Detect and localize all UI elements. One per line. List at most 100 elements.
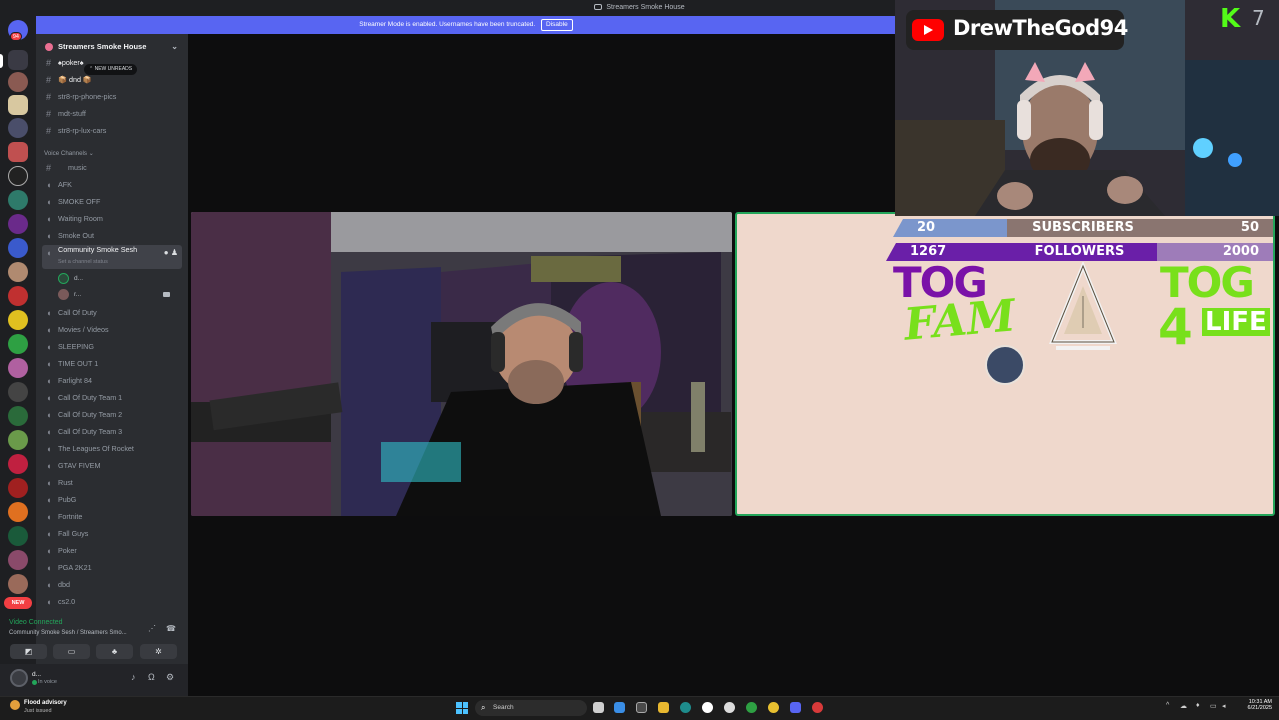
start-icon[interactable] [456,702,468,714]
server-icon[interactable] [8,118,28,138]
server-icon[interactable] [8,406,28,426]
weather-title[interactable]: Flood advisory [24,700,67,706]
microphone-icon[interactable]: ♪ [131,672,136,682]
voice-channel-sleeping[interactable]: ◖ SLEEPING [42,339,182,355]
server-icon[interactable] [8,214,28,234]
server-icon[interactable] [8,310,28,330]
server-icon[interactable] [8,358,28,378]
server-icon[interactable] [8,95,28,115]
app-icon[interactable] [812,702,823,713]
screen-share-button[interactable]: ▭ [53,644,90,659]
voice-user[interactable]: r... [58,289,178,301]
voice-channel-pga-2k21[interactable]: ◖ PGA 2K21 [42,560,182,576]
voice-channel-leagues-of-rocket[interactable]: ◖ The Leagues Of Rocket [42,441,182,457]
taskbar-clock[interactable]: 10:31 AM 6/21/2025 [1232,699,1272,711]
channel-str8-rp-lux-cars[interactable]: # str8-rp-lux-cars [42,123,182,139]
channel-mdt-stuff[interactable]: # mdt-stuff [42,106,182,122]
noise-suppression-icon[interactable]: ⋰ [148,624,156,633]
server-icon[interactable] [8,286,28,306]
server-icon[interactable] [8,502,28,522]
chrome-icon[interactable] [768,702,779,713]
voice-channels-category[interactable]: Voice Channels ⌄ [44,150,94,157]
store-icon[interactable] [636,702,647,713]
copilot-icon[interactable] [614,702,625,713]
server-icon[interactable] [8,526,28,546]
app-icon[interactable] [702,702,713,713]
soundboard-button[interactable]: ✲ [140,644,177,659]
speaker-icon: ◖ [46,231,52,241]
voice-channel-fall-guys[interactable]: ◖ Fall Guys [42,526,182,542]
voice-channel-call-of-duty[interactable]: ◖ Call Of Duty [42,305,182,321]
server-icon[interactable] [8,478,28,498]
voice-channel-gtav-fivem[interactable]: ◖ GTAV FIVEM [42,458,182,474]
voice-channel-cs2[interactable]: ◖ cs2.0 [42,594,182,610]
new-unreads-pill[interactable]: NEW [4,597,32,609]
server-icon[interactable] [8,574,28,594]
server-icon[interactable] [8,142,28,162]
video-tile-camera[interactable] [191,212,732,516]
server-icon[interactable] [8,262,28,282]
voice-channel-time-out-1[interactable]: ◖ TIME OUT 1 [42,356,182,372]
voice-channel-cod-team-2[interactable]: ◖ Call Of Duty Team 2 [42,407,182,423]
voice-channel-cod-team-1[interactable]: ◖ Call Of Duty Team 1 [42,390,182,406]
server-icon[interactable] [8,166,28,186]
taskbar-search[interactable]: Search [475,700,587,716]
avatar [58,289,69,300]
voice-channel-rust[interactable]: ◖ Rust [42,475,182,491]
voice-channel-waiting-room[interactable]: ◖ Waiting Room [42,211,182,227]
discord-icon[interactable] [790,702,801,713]
server-icon[interactable] [8,238,28,258]
voice-channel-smoke-off[interactable]: ◖ SMOKE OFF [42,194,182,210]
xbox-icon[interactable] [746,702,757,713]
server-icon[interactable] [8,334,28,354]
cloud-icon[interactable]: ☁ [1180,702,1187,710]
weather-subtitle: Just issued [24,708,52,714]
server-icon-streamers-smoke-house[interactable] [8,50,28,70]
edge-icon[interactable] [680,702,691,713]
server-icon[interactable] [8,190,28,210]
weather-warning-icon[interactable] [10,700,20,710]
voice-channel-pubg[interactable]: ◖ PubG [42,492,182,508]
avatar [985,345,1025,385]
avatar[interactable] [10,669,28,687]
task-view-icon[interactable] [593,702,604,713]
voice-channel-community-smoke-sesh[interactable]: ◖ Community Smoke Sesh Set a channel sta… [42,245,182,269]
voice-user[interactable]: d... [58,273,178,285]
server-header[interactable]: Streamers Smoke House ⌄ [36,38,188,56]
channel-music[interactable]: # music [42,160,182,176]
headphones-icon[interactable]: Ω [148,672,155,682]
voice-channel-fortnite[interactable]: ◖ Fortnite [42,509,182,525]
new-unreads-indicator[interactable]: ⌃ NEW UNREADS [84,64,138,75]
activity-button[interactable]: ♣ [96,644,133,659]
tray-overflow-icon[interactable]: ^ [1166,702,1169,709]
voice-channel-poker[interactable]: ◖ Poker [42,543,182,559]
user-name[interactable]: d... [32,671,41,678]
disable-streamer-mode-button[interactable]: Disable [541,19,573,31]
gear-icon[interactable]: ⚙ [166,672,174,683]
chat-and-add-user-icon[interactable]: ● ♟ [164,245,178,261]
network-icon[interactable]: ▭ [1210,702,1217,710]
server-icon[interactable] [8,550,28,570]
voice-channel-cod-team-3[interactable]: ◖ Call Of Duty Team 3 [42,424,182,440]
tray-app-icon[interactable]: ♦ [1196,702,1200,709]
server-icon[interactable] [8,72,28,92]
server-icon[interactable] [8,430,28,450]
channel-label: str8-rp-lux-cars [58,126,107,135]
server-icon[interactable] [8,454,28,474]
speaker-icon: ◖ [46,214,52,224]
volume-icon[interactable]: ◂ [1222,702,1226,710]
disconnect-icon[interactable]: ☎ [166,624,176,633]
voice-channel-movies-videos[interactable]: ◖ Movies / Videos [42,322,182,338]
voice-channel-dbd[interactable]: ◖ dbd [42,577,182,593]
server-icon[interactable] [8,382,28,402]
voice-connection-status[interactable]: Video Connected [9,619,63,626]
channel-status-hint[interactable]: Set a channel status [58,258,108,266]
direct-messages-icon[interactable]: 94 [8,20,28,41]
file-explorer-icon[interactable] [658,702,669,713]
channel-str8-rp-phone-pics[interactable]: # str8-rp-phone-pics [42,89,182,105]
voice-channel-farlight-84[interactable]: ◖ Farlight 84 [42,373,182,389]
app-icon[interactable] [724,702,735,713]
voice-channel-afk[interactable]: ◖ AFK [42,177,182,193]
video-toggle-button[interactable]: ◩ [10,644,47,659]
speaker-icon: ◖ [46,427,52,437]
